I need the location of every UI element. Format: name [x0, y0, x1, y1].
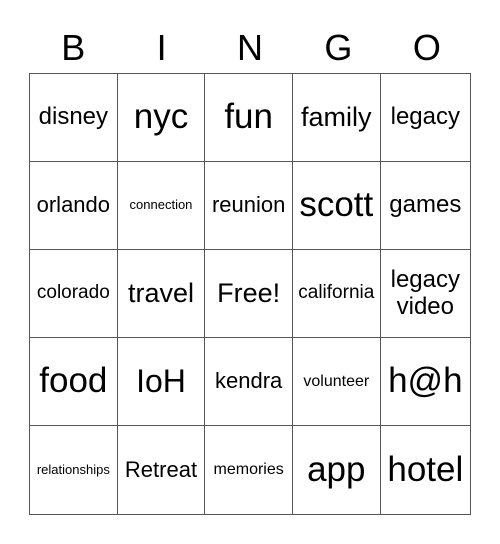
- header-letter-g: G: [324, 27, 353, 68]
- header-letter-o: O: [412, 27, 441, 68]
- bingo-cell[interactable]: orlando: [30, 162, 118, 250]
- bingo-cell[interactable]: hotel: [381, 426, 470, 514]
- bingo-cell[interactable]: scott: [292, 162, 381, 250]
- bingo-cell[interactable]: colorado: [30, 250, 118, 338]
- header-letter-n: N: [237, 27, 264, 68]
- bingo-cell[interactable]: volunteer: [292, 338, 381, 426]
- bingo-cell[interactable]: food: [30, 338, 118, 426]
- bingo-cell[interactable]: travel: [117, 250, 206, 338]
- bingo-cell[interactable]: fun: [205, 74, 293, 162]
- header-letter-i: I: [156, 27, 167, 68]
- bingo-cell[interactable]: connection: [117, 162, 206, 250]
- bingo-cell[interactable]: legacy: [380, 74, 470, 162]
- bingo-cell[interactable]: relationships: [30, 426, 118, 514]
- bingo-header: B I N G O: [29, 26, 471, 70]
- bingo-card-grid: disney nyc fun family legacy orlando con…: [29, 73, 471, 515]
- bingo-cell[interactable]: california: [292, 250, 381, 338]
- bingo-cell[interactable]: h@h: [380, 338, 470, 426]
- bingo-cell[interactable]: reunion: [205, 162, 293, 250]
- bingo-cell[interactable]: nyc: [117, 74, 206, 162]
- bingo-cell[interactable]: app: [293, 426, 381, 514]
- bingo-cell[interactable]: disney: [30, 74, 118, 162]
- bingo-cell[interactable]: Retreat: [118, 426, 206, 514]
- bingo-cell[interactable]: IoH: [117, 338, 206, 426]
- header-letter-b: B: [61, 27, 86, 68]
- bingo-cell[interactable]: family: [292, 74, 381, 162]
- free-space-cell[interactable]: Free!: [205, 250, 293, 338]
- bingo-cell[interactable]: memories: [205, 426, 293, 514]
- bingo-cell[interactable]: games: [380, 162, 470, 250]
- bingo-cell[interactable]: kendra: [205, 338, 293, 426]
- bingo-cell[interactable]: legacy video: [380, 250, 470, 338]
